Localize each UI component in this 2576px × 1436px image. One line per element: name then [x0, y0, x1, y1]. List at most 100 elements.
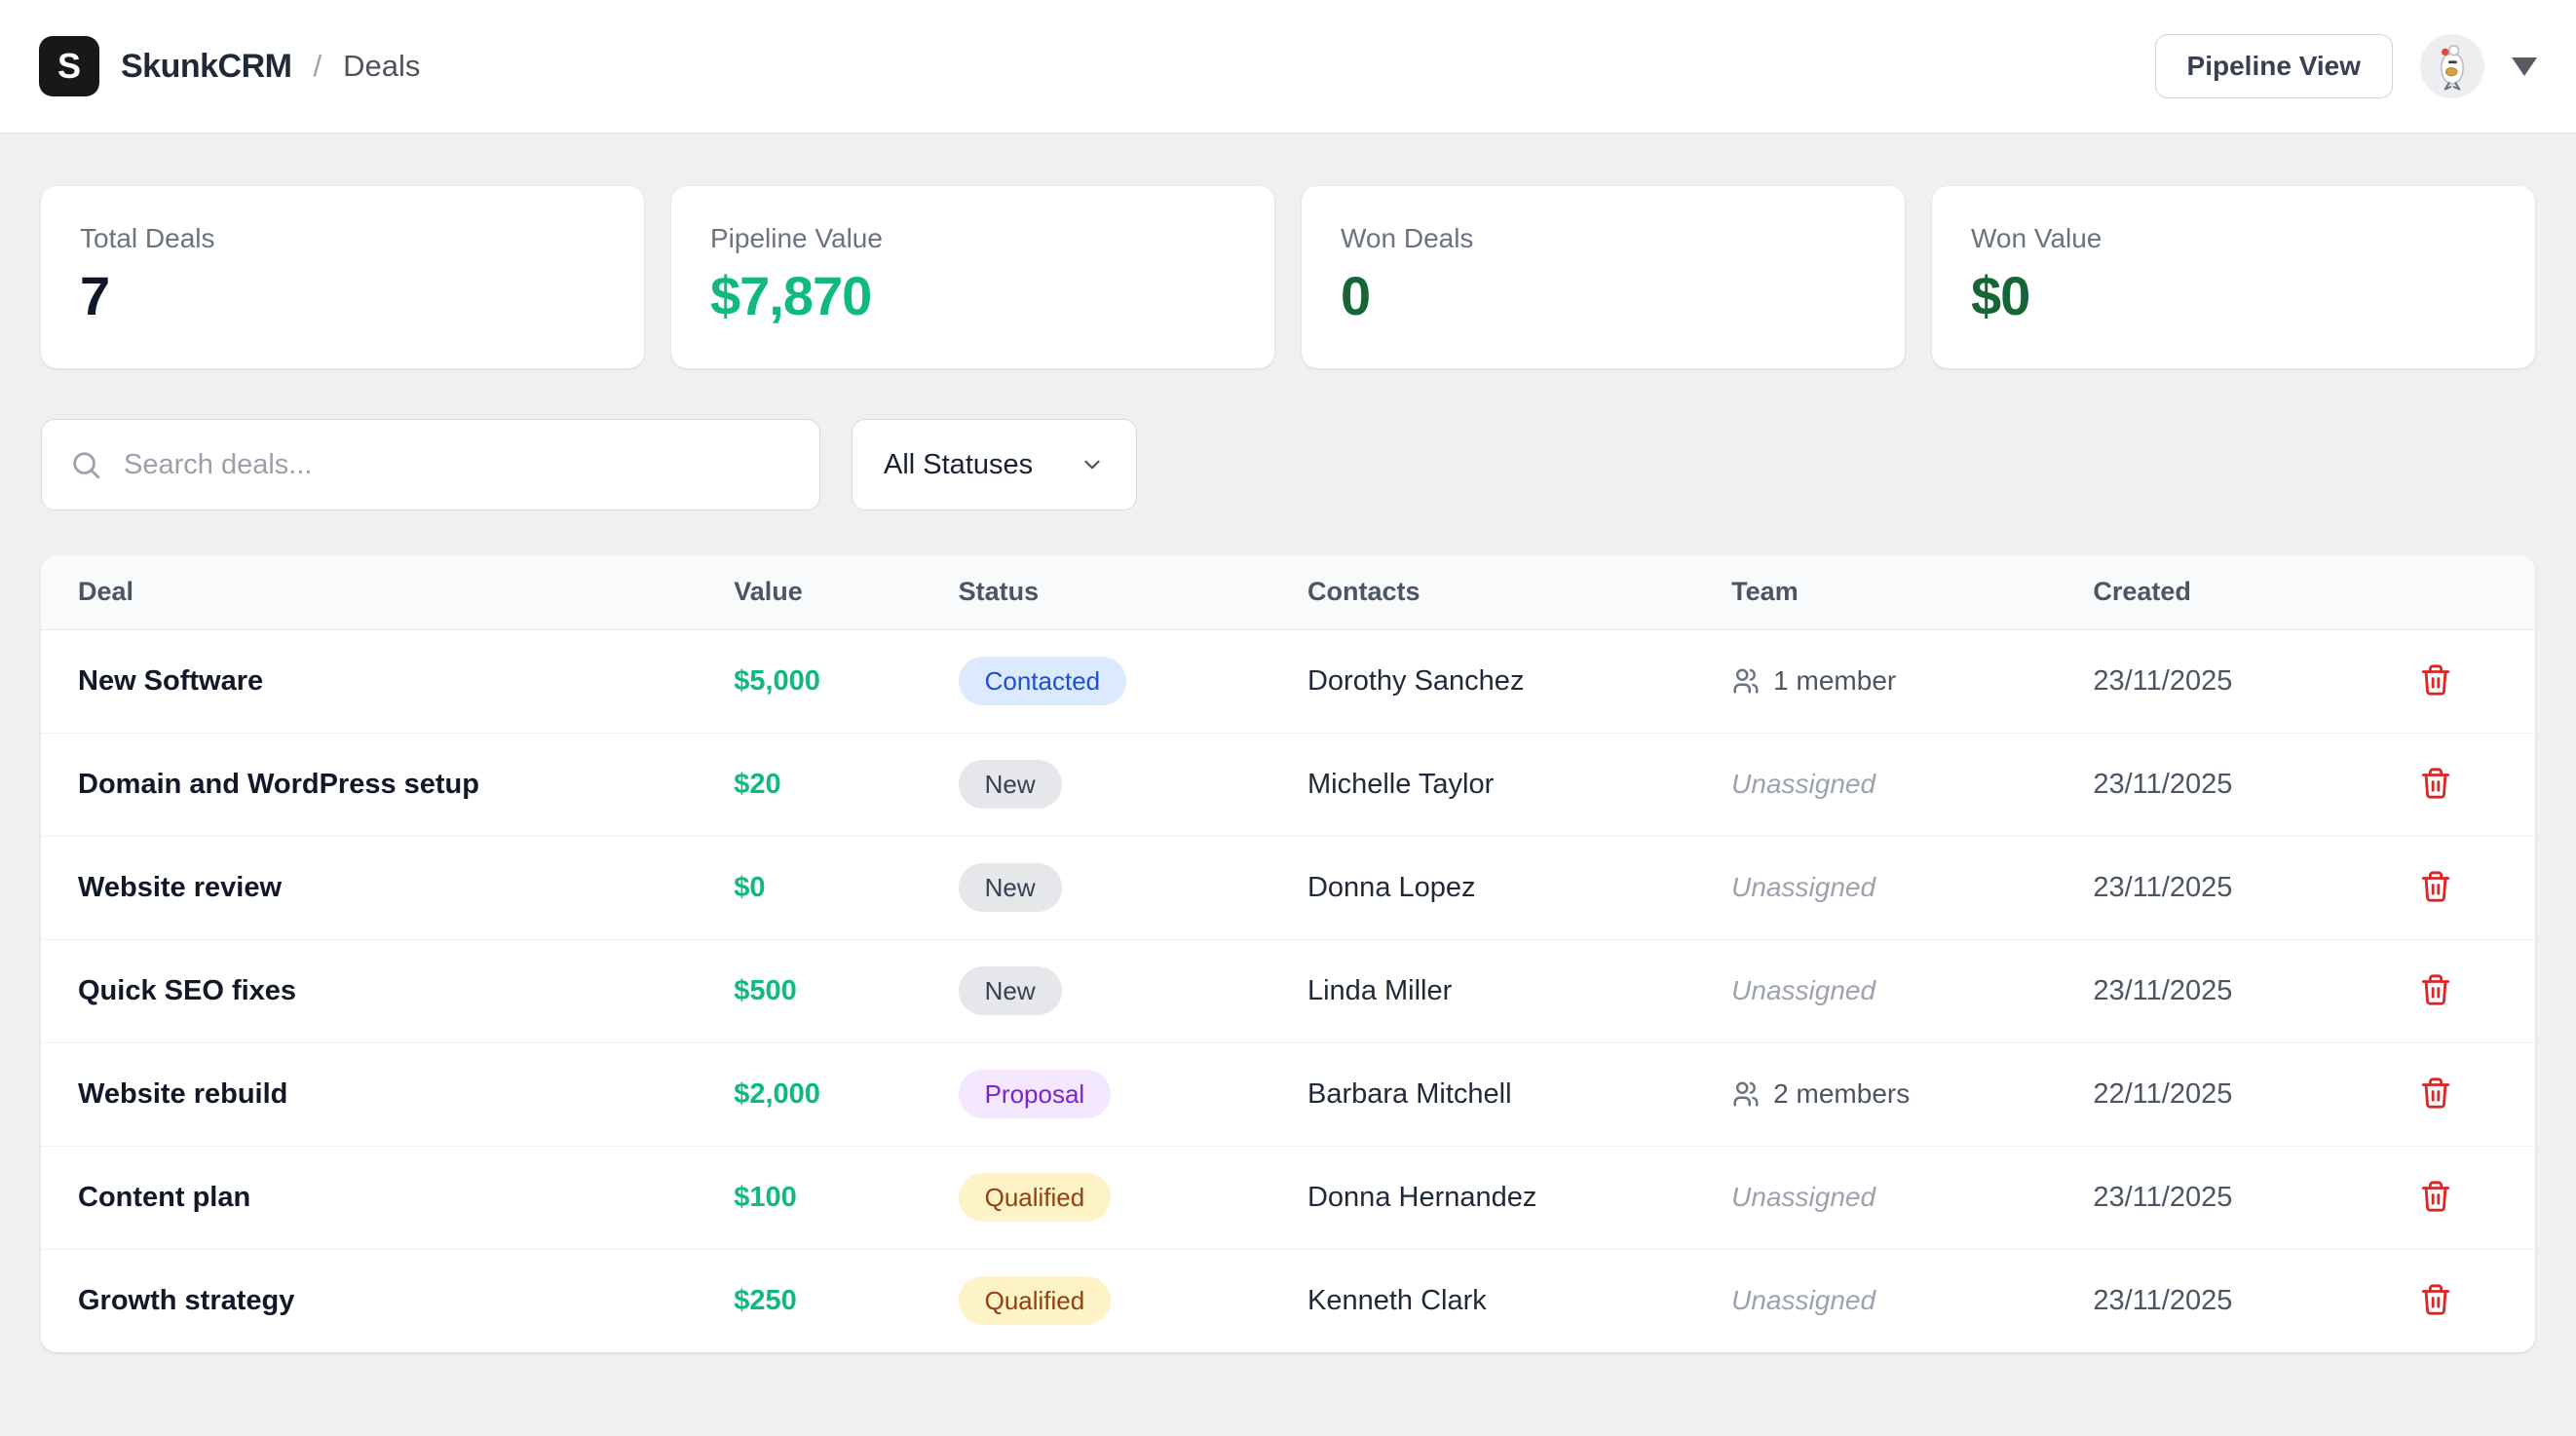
- search-icon: [69, 448, 102, 481]
- deal-contact-cell: Dorothy Sanchez: [1288, 629, 1712, 733]
- pipeline-view-button[interactable]: Pipeline View: [2155, 34, 2393, 98]
- delete-deal-button[interactable]: [2413, 761, 2458, 806]
- deal-actions-cell: [2335, 1042, 2535, 1146]
- stats-row: Total Deals 7 Pipeline Value $7,870 Won …: [41, 186, 2535, 368]
- deal-team-cell: 1 member: [1712, 629, 2073, 733]
- app-header: S SkunkCRM / Deals Pipeline View: [0, 0, 2576, 133]
- caret-down-icon[interactable]: [2512, 57, 2537, 76]
- trash-icon: [2419, 1180, 2452, 1213]
- deal-created-cell: 23/11/2025: [2073, 836, 2335, 939]
- status-filter-select[interactable]: All Statuses: [852, 419, 1137, 510]
- table-row: Domain and WordPress setup $20 New Miche…: [41, 733, 2535, 836]
- brand-name: SkunkCRM: [121, 48, 291, 86]
- filters-row: All Statuses: [41, 419, 2535, 510]
- stat-label: Won Value: [1971, 223, 2496, 254]
- users-icon: [1731, 666, 1761, 696]
- deal-team-cell: Unassigned: [1712, 733, 2073, 836]
- deal-name-cell: Quick SEO fixes: [41, 939, 714, 1042]
- delete-deal-button[interactable]: [2413, 658, 2458, 702]
- users-icon: [1731, 1079, 1761, 1109]
- table-row: Growth strategy $250 Qualified Kenneth C…: [41, 1249, 2535, 1352]
- team-unassigned-label: Unassigned: [1731, 1182, 1875, 1212]
- team-members-label: 2 members: [1773, 1078, 1910, 1110]
- robot-avatar-icon: [2427, 41, 2478, 92]
- status-badge: New: [959, 760, 1062, 809]
- deal-name-cell: Domain and WordPress setup: [41, 733, 714, 836]
- team-unassigned-label: Unassigned: [1731, 975, 1875, 1005]
- logo-letter: S: [57, 46, 81, 87]
- trash-icon: [2419, 767, 2452, 800]
- stat-card: Won Deals 0: [1302, 186, 1905, 368]
- delete-deal-button[interactable]: [2413, 1071, 2458, 1115]
- status-badge: Contacted: [959, 657, 1127, 705]
- stat-card: Won Value $0: [1932, 186, 2535, 368]
- deal-created-cell: 23/11/2025: [2073, 1146, 2335, 1249]
- trash-icon: [2419, 1077, 2452, 1110]
- status-badge: New: [959, 966, 1062, 1015]
- deal-name-cell: Website rebuild: [41, 1042, 714, 1146]
- team-unassigned-label: Unassigned: [1731, 872, 1875, 902]
- status-badge: Qualified: [959, 1173, 1112, 1222]
- deal-actions-cell: [2335, 1146, 2535, 1249]
- search-input[interactable]: [124, 449, 792, 481]
- stat-value: 0: [1341, 264, 1866, 327]
- deal-team-cell: Unassigned: [1712, 1249, 2073, 1352]
- deals-table: DealValueStatusContactsTeamCreated New S…: [41, 555, 2535, 1352]
- table-row: Content plan $100 Qualified Donna Hernan…: [41, 1146, 2535, 1249]
- deal-status-cell: Contacted: [939, 629, 1288, 733]
- stat-card: Total Deals 7: [41, 186, 644, 368]
- deal-value-cell: $500: [714, 939, 938, 1042]
- deal-actions-cell: [2335, 629, 2535, 733]
- avatar[interactable]: [2420, 34, 2484, 98]
- column-header-team: Team: [1712, 555, 2073, 629]
- trash-icon: [2419, 973, 2452, 1006]
- deal-actions-cell: [2335, 939, 2535, 1042]
- delete-deal-button[interactable]: [2413, 967, 2458, 1012]
- status-badge: Qualified: [959, 1276, 1112, 1325]
- stat-value: $0: [1971, 264, 2496, 327]
- column-header-created: Created: [2073, 555, 2335, 629]
- deal-value-cell: $0: [714, 836, 938, 939]
- search-box: [41, 419, 820, 510]
- stat-value: $7,870: [710, 264, 1235, 327]
- deal-created-cell: 22/11/2025: [2073, 1042, 2335, 1146]
- deal-actions-cell: [2335, 1249, 2535, 1352]
- table-header-row: DealValueStatusContactsTeamCreated: [41, 555, 2535, 629]
- team-members: 1 member: [1731, 665, 2054, 697]
- team-unassigned-label: Unassigned: [1731, 1285, 1875, 1315]
- delete-deal-button[interactable]: [2413, 864, 2458, 909]
- column-header-actions: [2335, 555, 2535, 629]
- deal-created-cell: 23/11/2025: [2073, 939, 2335, 1042]
- breadcrumb-page: Deals: [343, 49, 420, 84]
- delete-deal-button[interactable]: [2413, 1277, 2458, 1322]
- breadcrumb: S SkunkCRM / Deals: [39, 36, 420, 96]
- deal-team-cell: Unassigned: [1712, 1146, 2073, 1249]
- deal-contact-cell: Michelle Taylor: [1288, 733, 1712, 836]
- deal-status-cell: Qualified: [939, 1249, 1288, 1352]
- column-header-contacts: Contacts: [1288, 555, 1712, 629]
- deal-contact-cell: Donna Hernandez: [1288, 1146, 1712, 1249]
- deal-value-cell: $5,000: [714, 629, 938, 733]
- deal-value-cell: $20: [714, 733, 938, 836]
- team-members: 2 members: [1731, 1078, 2054, 1110]
- delete-deal-button[interactable]: [2413, 1174, 2458, 1219]
- table-row: Website rebuild $2,000 Proposal Barbara …: [41, 1042, 2535, 1146]
- deal-status-cell: New: [939, 733, 1288, 836]
- deal-status-cell: Proposal: [939, 1042, 1288, 1146]
- deal-created-cell: 23/11/2025: [2073, 733, 2335, 836]
- status-badge: New: [959, 863, 1062, 912]
- deal-value-cell: $250: [714, 1249, 938, 1352]
- status-badge: Proposal: [959, 1070, 1112, 1118]
- trash-icon: [2419, 870, 2452, 903]
- deals-table-card: DealValueStatusContactsTeamCreated New S…: [41, 555, 2535, 1352]
- app-logo-icon: S: [39, 36, 99, 96]
- chevron-down-icon: [1080, 452, 1105, 477]
- trash-icon: [2419, 663, 2452, 697]
- table-row: New Software $5,000 Contacted Dorothy Sa…: [41, 629, 2535, 733]
- deal-contact-cell: Kenneth Clark: [1288, 1249, 1712, 1352]
- stat-card: Pipeline Value $7,870: [671, 186, 1274, 368]
- deal-actions-cell: [2335, 733, 2535, 836]
- deal-team-cell: Unassigned: [1712, 836, 2073, 939]
- team-members-label: 1 member: [1773, 665, 1896, 697]
- deal-value-cell: $100: [714, 1146, 938, 1249]
